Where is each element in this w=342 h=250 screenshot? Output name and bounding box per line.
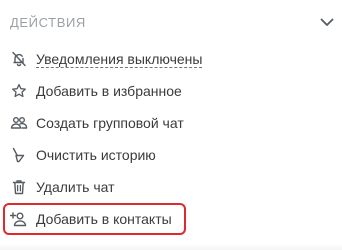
bottom-shadow: [0, 244, 342, 250]
add-contact-icon: [10, 210, 28, 228]
menu-item-label: Добавить в контакты: [36, 211, 172, 227]
menu-item-notifications[interactable]: Уведомления выключены: [0, 43, 342, 75]
star-icon: [10, 82, 28, 100]
actions-panel: ДЕЙСТВИЯ Уведомления выключены Добавить …: [0, 0, 342, 250]
menu-item-add-contact[interactable]: Добавить в контакты: [0, 203, 342, 235]
trash-icon: [10, 178, 28, 196]
broom-icon: [10, 146, 28, 164]
menu-item-label: Создать групповой чат: [36, 115, 184, 131]
group-icon: [10, 114, 28, 132]
menu-item-label: Удалить чат: [36, 179, 115, 195]
section-title: ДЕЙСТВИЯ: [10, 14, 86, 30]
menu-item-label: Очистить историю: [36, 147, 156, 163]
menu-item-create-group-chat[interactable]: Создать групповой чат: [0, 107, 342, 139]
menu-item-label: Уведомления выключены: [36, 50, 203, 68]
actions-menu: Уведомления выключены Добавить в избранн…: [0, 43, 342, 235]
bell-off-icon: [10, 50, 28, 68]
menu-item-delete-chat[interactable]: Удалить чат: [0, 171, 342, 203]
menu-item-add-favorite[interactable]: Добавить в избранное: [0, 75, 342, 107]
menu-item-clear-history[interactable]: Очистить историю: [0, 139, 342, 171]
chevron-down-icon[interactable]: [318, 13, 336, 31]
actions-section-header[interactable]: ДЕЙСТВИЯ: [10, 12, 336, 32]
menu-item-label: Добавить в избранное: [36, 83, 182, 99]
